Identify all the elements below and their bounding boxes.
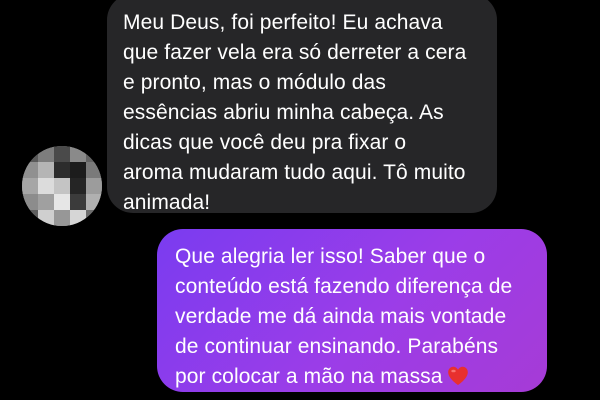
contact-avatar[interactable] bbox=[22, 146, 102, 226]
sent-message-bubble[interactable]: Que alegria ler isso! Saber que o conteú… bbox=[157, 229, 547, 392]
received-message-line: e pronto, mas o módulo das bbox=[123, 71, 386, 94]
sent-message-line: por colocar a mão na massa bbox=[175, 365, 443, 388]
received-message-line: aroma mudaram tudo aqui. Tô muito bbox=[123, 161, 466, 184]
chat-thread: Meu Deus, foi perfeito! Eu achava que fa… bbox=[0, 0, 600, 400]
sent-message-line: Que alegria ler isso! Saber que o bbox=[175, 245, 486, 268]
received-message-line: Meu Deus, foi perfeito! Eu achava bbox=[123, 11, 443, 34]
received-message-line: que fazer vela era só derreter a cera bbox=[123, 41, 467, 64]
received-message-line: dicas que você deu pra fixar o bbox=[123, 131, 407, 154]
received-message-line: essências abriu minha cabeça. As bbox=[123, 101, 444, 124]
sent-message-line-last: por colocar a mão na massa bbox=[175, 362, 535, 392]
pixelated-avatar-icon bbox=[22, 146, 102, 226]
sent-message-line: conteúdo está fazendo diferença de bbox=[175, 275, 513, 298]
red-heart-icon bbox=[447, 366, 469, 386]
received-message-bubble[interactable]: Meu Deus, foi perfeito! Eu achava que fa… bbox=[107, 0, 497, 214]
sent-message-line: de continuar ensinando. Parabéns bbox=[175, 335, 499, 358]
received-message-line: animada! bbox=[123, 191, 211, 214]
sent-message-line: verdade me dá ainda mais vontade bbox=[175, 305, 507, 328]
